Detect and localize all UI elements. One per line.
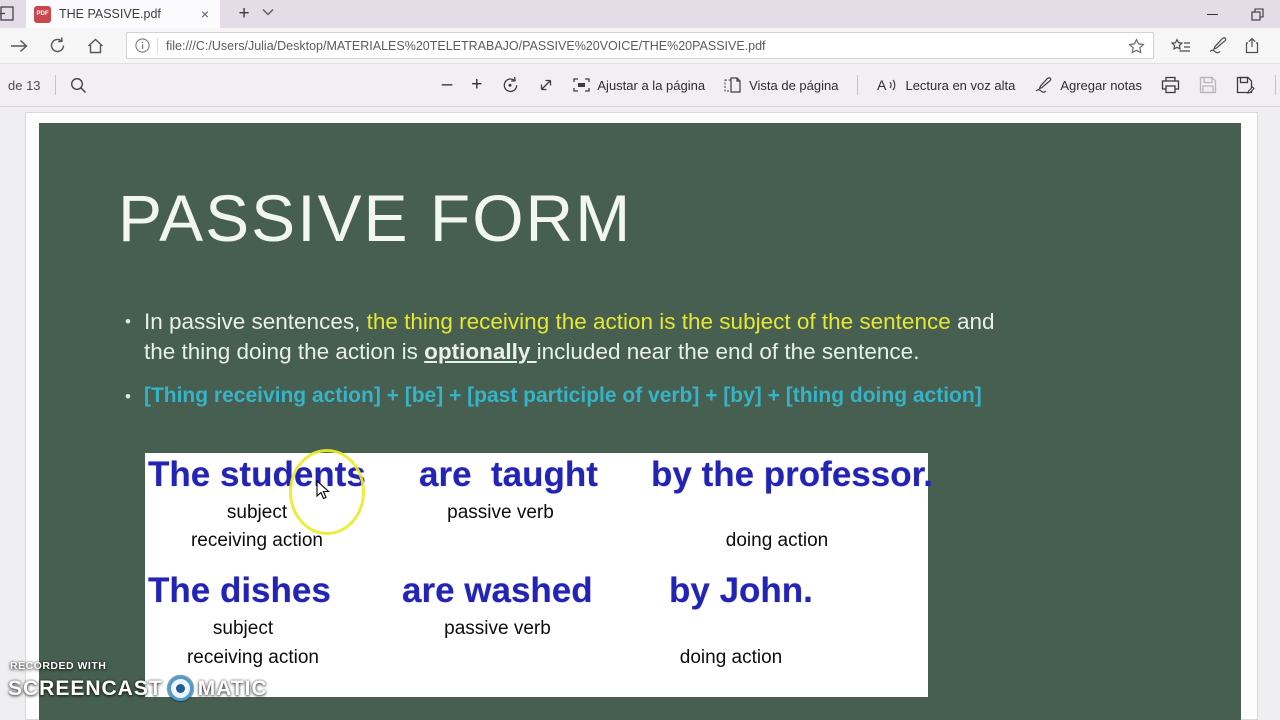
watermark-brand2: MATIC: [197, 676, 268, 700]
refresh-button[interactable]: [38, 37, 76, 54]
add-notes-label: Agregar notas: [1060, 77, 1142, 93]
read-aloud-label: Lectura en voz alta: [905, 77, 1016, 93]
example-sentence-2: The dishes are washed by John.: [145, 571, 928, 611]
print-icon[interactable]: [1161, 76, 1180, 94]
pdf-page: PASSIVE FORM • In passive sentences, the…: [25, 112, 1258, 720]
tab-close-icon[interactable]: ×: [198, 6, 212, 22]
bullet-1-text: included near the end of the sentence.: [536, 339, 920, 364]
address-bar[interactable]: file:///C:/Users/Julia/Desktop/MATERIALE…: [126, 32, 1154, 59]
label-passive-verb: passive verb: [447, 502, 554, 523]
watermark-line1: RECORDED WITH: [10, 660, 107, 672]
toolbar-divider: [857, 75, 859, 95]
page-indicator: de 13: [8, 77, 41, 93]
tab-bar: PDF THE PASSIVE.pdf × +: [0, 0, 1280, 28]
screencast-o-matic-watermark: RECORDED WITH SCREENCAST MATIC: [8, 660, 268, 704]
label-subject: subject: [212, 618, 274, 639]
restore-button[interactable]: [1235, 0, 1280, 28]
tab-title: THE PASSIVE.pdf: [59, 7, 161, 21]
rotate-icon[interactable]: [501, 76, 519, 94]
tab-list-chevron-icon[interactable]: [262, 8, 274, 16]
save-icon[interactable]: [1199, 76, 1217, 94]
save-as-icon[interactable]: [1236, 76, 1256, 94]
add-notes-button[interactable]: Agregar notas: [1034, 77, 1142, 93]
url-text: file:///C:/Users/Julia/Desktop/MATERIALE…: [166, 38, 766, 53]
navigation-bar: file:///C:/Users/Julia/Desktop/MATERIALE…: [0, 28, 1280, 64]
home-button[interactable]: [76, 38, 114, 54]
slide-title: PASSIVE FORM: [118, 181, 633, 255]
label-receiving-action: receiving action: [190, 530, 324, 551]
slide: PASSIVE FORM • In passive sentences, the…: [39, 123, 1241, 720]
add-favorite-star-icon[interactable]: [1128, 37, 1145, 54]
minimize-button[interactable]: [1190, 0, 1235, 28]
bullet-1: • In passive sentences, the thing receiv…: [125, 307, 1155, 367]
watermark-brand1: SCREENCAST: [8, 676, 163, 700]
bullet-dot: •: [125, 387, 131, 406]
forward-button[interactable]: [0, 39, 38, 53]
navbar-right-icons: [1154, 37, 1280, 54]
page-view-button[interactable]: Vista de página: [724, 77, 838, 93]
bullet-1-highlight: the thing receiving the action is the su…: [366, 309, 951, 334]
pdf-content-area[interactable]: PASSIVE FORM • In passive sentences, the…: [0, 107, 1280, 720]
web-note-pen-icon[interactable]: [1208, 37, 1227, 54]
bullet-1-text: the thing doing the action is: [143, 339, 425, 364]
zoom-out-button[interactable]: –: [442, 75, 453, 94]
example-labels: subject passive verb: [145, 618, 928, 640]
example-labels: subject passive verb: [145, 502, 928, 524]
window-controls: [1190, 0, 1280, 28]
example-subject: The dishes: [148, 571, 331, 610]
set-aside-tabs-icon[interactable]: [0, 5, 15, 23]
label-doing-action: doing action: [679, 647, 783, 668]
label-doing-action: doing action: [725, 530, 829, 551]
page-view-label: Vista de página: [749, 77, 839, 93]
example-verb: are taught: [419, 455, 598, 494]
mouse-cursor: [316, 480, 331, 500]
bullet-1-text: In passive sentences,: [143, 309, 367, 334]
bullet-2: • [Thing receiving action] + [be] + [pas…: [125, 382, 1205, 412]
fit-to-page-label: Ajustar a la página: [597, 77, 706, 93]
share-icon[interactable]: [1244, 37, 1263, 54]
example-agent: by John.: [669, 571, 813, 610]
pdf-file-icon: PDF: [34, 5, 51, 23]
search-icon[interactable]: [70, 77, 87, 94]
new-tab-button[interactable]: +: [232, 1, 256, 27]
example-sentence-1: The students are taught by the professor…: [145, 455, 933, 495]
address-bar-divider: [157, 37, 158, 54]
favorites-hub-icon[interactable]: [1171, 37, 1191, 54]
screencast-o-matic-logo-icon: [166, 674, 194, 703]
tab-the-passive[interactable]: PDF THE PASSIVE.pdf ×: [26, 0, 220, 28]
example-verb: are washed: [402, 571, 593, 610]
toolbar-divider: [54, 75, 56, 95]
zoom-in-button[interactable]: +: [471, 75, 482, 94]
full-screen-icon[interactable]: [538, 77, 554, 93]
label-passive-verb: passive verb: [444, 618, 551, 639]
bullet-1-optionally: optionally: [424, 339, 537, 364]
toolbar-divider: [1275, 75, 1276, 95]
example-agent: by the professor.: [651, 455, 934, 494]
browser-window: PDF THE PASSIVE.pdf × + file:///C:/Users…: [0, 0, 1280, 720]
read-aloud-button[interactable]: A Lectura en voz alta: [877, 77, 1015, 93]
site-info-icon[interactable]: [135, 38, 150, 53]
pdf-toolbar: de 13 – + Ajustar a la página Vista de p…: [0, 64, 1280, 107]
svg-text:A: A: [877, 77, 887, 93]
bullet-dot: •: [125, 312, 131, 331]
fit-to-page-button[interactable]: Ajustar a la página: [573, 78, 705, 93]
example-labels: receiving action doing action: [145, 530, 928, 552]
formula-text: [Thing receiving action] + [be] + [past …: [143, 384, 982, 407]
bullet-1-text: and: [950, 309, 995, 334]
